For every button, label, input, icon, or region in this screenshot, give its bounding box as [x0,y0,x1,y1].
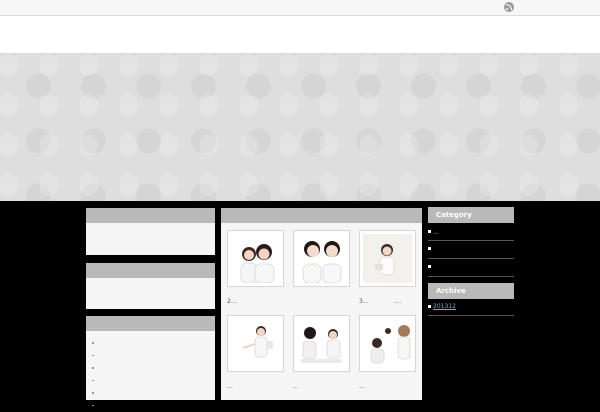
archive-link-201312[interactable]: 201312 [433,304,456,310]
post-thumbnail[interactable] [293,230,350,287]
sidebar-link-list [86,337,215,412]
photo-consultation [297,319,346,368]
photo-nurse-gesture [231,319,280,368]
post-caption[interactable]: 2... [227,299,237,305]
post-caption[interactable]: ... [359,384,365,390]
post-thumbnail[interactable] [227,230,284,287]
list-item[interactable] [86,375,215,388]
content-title-bar [221,208,422,223]
bullet-icon [428,265,431,268]
rss-icon[interactable] [504,2,514,12]
archive-widget: Archive 201312 [428,283,514,316]
list-item[interactable] [86,337,215,350]
photo-two-nurses [231,234,280,283]
archive-title: Archive [428,283,514,299]
list-item[interactable] [86,400,215,412]
post-caption[interactable]: 3... [359,299,369,305]
list-item[interactable] [86,387,215,400]
photo-two-nurses-closeup [297,234,346,283]
post-caption[interactable]: ... [293,384,299,390]
main-content: 2... 3... .... [221,208,422,400]
list-item[interactable] [86,362,215,375]
post-thumbnail[interactable] [359,315,416,372]
top-bar [0,0,600,16]
post-thumbnail[interactable] [359,230,416,287]
list-item[interactable] [86,350,215,363]
widget-title-bar [86,263,215,278]
category-item[interactable] [428,241,514,259]
post-thumbnail[interactable] [227,315,284,372]
sidebar-widget-1 [86,208,215,255]
post-caption[interactable]: .... [394,299,402,305]
photo-patient-care [363,319,412,368]
site-header [0,16,600,53]
category-title: Category [428,207,514,223]
widget-title-bar [86,316,215,331]
bullet-icon [428,305,431,308]
post-caption[interactable]: ... [227,384,233,390]
archive-item[interactable]: 201312 [428,299,514,316]
sidebar-widget-2 [86,263,215,309]
header-banner [0,53,600,201]
category-item[interactable]: ... [428,223,514,241]
widget-title-bar [86,208,215,223]
category-widget: Category ... [428,207,514,277]
photo-nurse-clipboard [363,234,412,283]
bullet-icon [428,230,431,233]
bullet-icon [428,247,431,250]
category-item[interactable] [428,259,514,277]
sidebar-widget-3 [86,316,215,400]
post-thumbnail[interactable] [293,315,350,372]
